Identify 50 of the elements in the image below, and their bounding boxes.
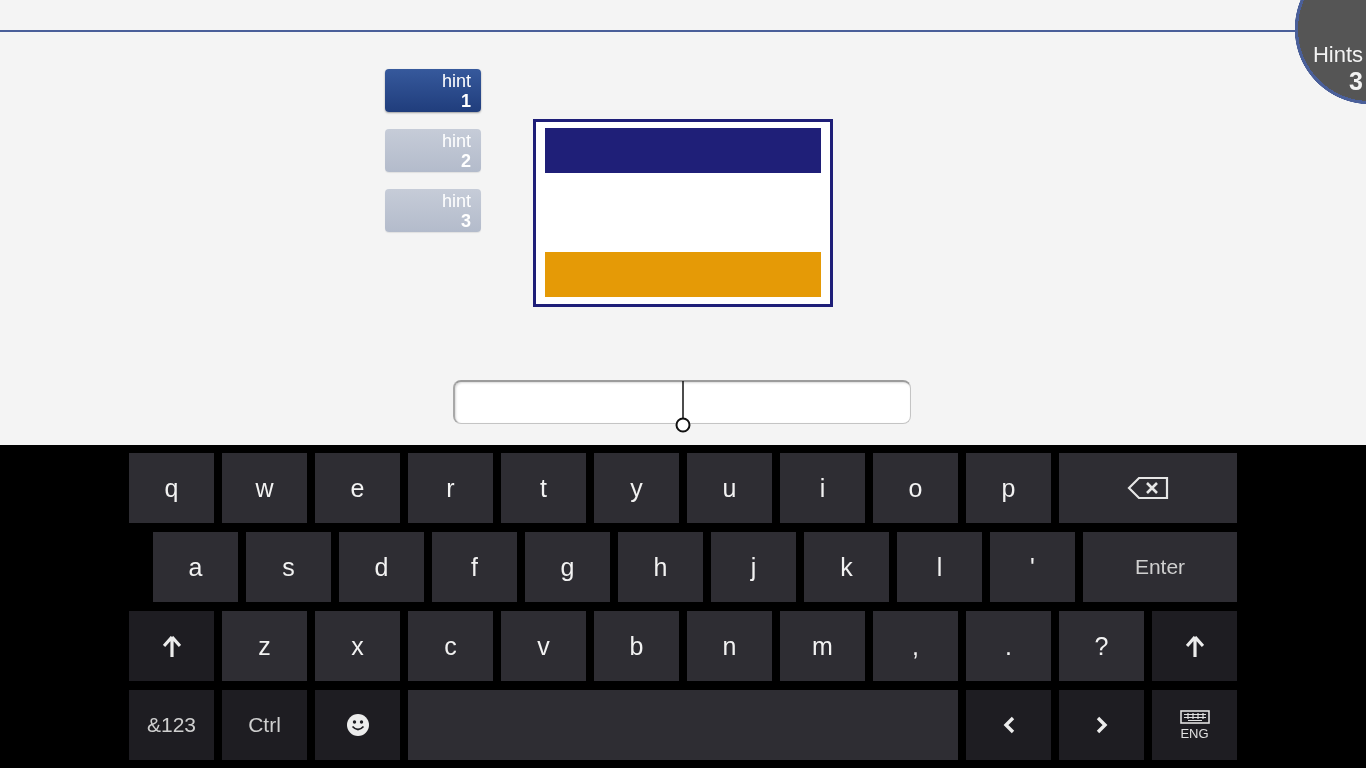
keyboard-key[interactable]: o <box>873 453 958 523</box>
ctrl-key[interactable]: Ctrl <box>222 690 307 760</box>
enter-key[interactable]: Enter <box>1083 532 1237 602</box>
shift-key[interactable] <box>1152 611 1237 681</box>
keyboard-key[interactable]: l <box>897 532 982 602</box>
keyboard-key[interactable]: k <box>804 532 889 602</box>
keyboard-key[interactable]: a <box>153 532 238 602</box>
keyboard-key[interactable]: q <box>129 453 214 523</box>
keyboard-key[interactable]: d <box>339 532 424 602</box>
keyboard-key[interactable]: j <box>711 532 796 602</box>
keyboard-key[interactable]: . <box>966 611 1051 681</box>
keyboard-key[interactable]: m <box>780 611 865 681</box>
smiley-icon <box>346 714 369 736</box>
emoji-key[interactable] <box>315 690 400 760</box>
keyboard-key[interactable]: p <box>966 453 1051 523</box>
hints-label: Hints <box>1312 42 1363 68</box>
backspace-key[interactable] <box>1059 453 1237 523</box>
chevron-left-icon <box>1002 716 1015 734</box>
keyboard-key[interactable]: x <box>315 611 400 681</box>
symbols-key[interactable]: &123 <box>129 690 214 760</box>
keyboard-key[interactable]: z <box>222 611 307 681</box>
hint-button[interactable]: hint 1 <box>385 69 481 112</box>
keyboard-key[interactable]: w <box>222 453 307 523</box>
keyboard-key[interactable]: s <box>246 532 331 602</box>
keyboard-layout-key[interactable]: ENG <box>1152 690 1237 760</box>
keyboard-key[interactable]: ? <box>1059 611 1144 681</box>
hints-count: 3 <box>1349 68 1363 94</box>
keyboard-key[interactable]: n <box>687 611 772 681</box>
keyboard-key[interactable]: b <box>594 611 679 681</box>
keyboard-key[interactable]: r <box>408 453 493 523</box>
keyboard-key[interactable]: e <box>315 453 400 523</box>
keyboard-key[interactable]: u <box>687 453 772 523</box>
keyboard-key[interactable]: ' <box>990 532 1075 602</box>
up-arrow-icon <box>162 635 181 657</box>
keyboard-key[interactable]: g <box>525 532 610 602</box>
up-arrow-icon <box>1185 635 1204 657</box>
keyboard-key[interactable]: c <box>408 611 493 681</box>
keyboard-key[interactable]: , <box>873 611 958 681</box>
keyboard-key[interactable]: h <box>618 532 703 602</box>
keyboard-key[interactable]: f <box>432 532 517 602</box>
backspace-icon <box>1127 476 1169 500</box>
text-cursor-icon[interactable] <box>675 380 691 433</box>
chevron-right-icon <box>1095 716 1108 734</box>
keyboard-key[interactable]: v <box>501 611 586 681</box>
keyboard-key[interactable]: t <box>501 453 586 523</box>
shift-key[interactable] <box>129 611 214 681</box>
keyboard-key[interactable]: i <box>780 453 865 523</box>
answer-input[interactable] <box>453 380 911 424</box>
keyboard-key[interactable]: y <box>594 453 679 523</box>
keyboard-icon <box>1179 709 1210 724</box>
